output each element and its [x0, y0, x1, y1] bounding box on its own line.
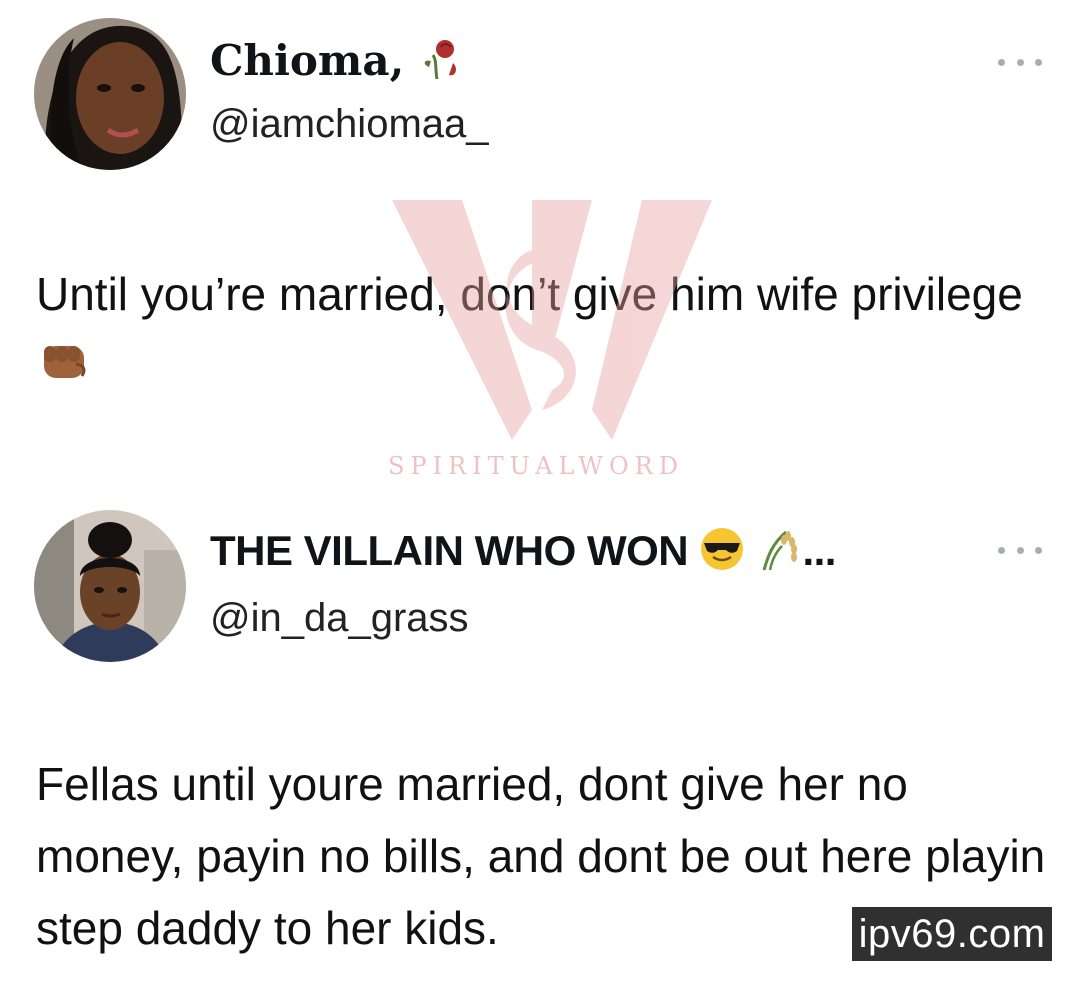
fist-icon — [36, 334, 92, 406]
avatar[interactable] — [34, 510, 186, 662]
more-options-button[interactable] — [998, 52, 1042, 72]
more-dot-icon — [998, 58, 1005, 66]
rice-stalk-icon — [756, 526, 802, 582]
display-name[interactable]: THE VILLAIN WHO WON ... — [210, 526, 836, 582]
sunglasses-emoji-icon — [699, 526, 745, 582]
more-dot-icon — [1035, 58, 1042, 66]
site-watermark-badge: ipv69.com — [852, 907, 1052, 961]
avatar-photo — [34, 510, 186, 662]
watermark-text: SPIRITUALWORD — [388, 452, 684, 480]
avatar[interactable] — [34, 18, 186, 170]
wilted-rose-icon — [419, 37, 463, 91]
user-handle[interactable]: @iamchiomaa_ — [210, 102, 489, 147]
more-dot-icon — [1016, 58, 1024, 66]
more-dot-icon — [998, 546, 1005, 554]
tweet-text: Until you’re married, don’t give him wif… — [36, 258, 1050, 406]
more-dot-icon — [1035, 546, 1042, 554]
display-name[interactable]: Chioma, — [210, 36, 463, 91]
tweet: Chioma, @iamchiomaa_ Until you’re marrie… — [0, 0, 1080, 480]
more-dot-icon — [1016, 546, 1024, 554]
more-options-button[interactable] — [998, 540, 1042, 560]
avatar-photo — [34, 18, 186, 170]
user-handle[interactable]: @in_da_grass — [210, 596, 469, 641]
